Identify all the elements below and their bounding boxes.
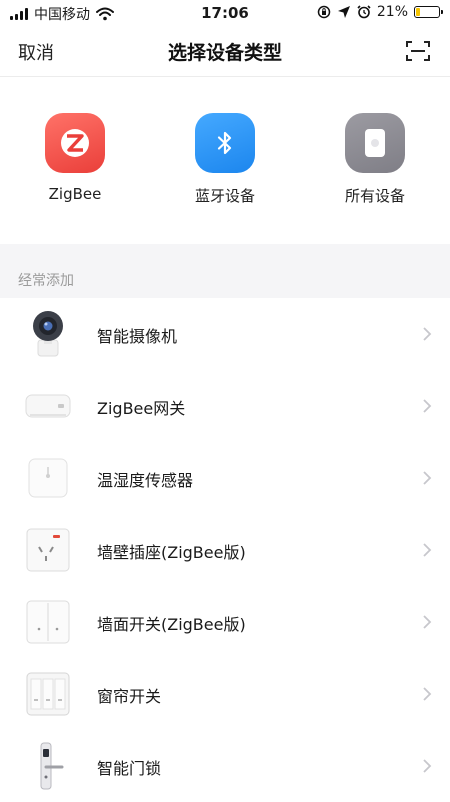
status-right: 21%	[317, 4, 443, 20]
list-item-label: ZigBee网关	[97, 399, 186, 418]
chevron-right-icon	[423, 399, 432, 413]
status-bar: 中国移动 17:06 21%	[0, 0, 450, 26]
navigation-bar: 取消 选择设备类型	[0, 26, 450, 77]
chevron-right-icon	[423, 327, 432, 341]
list-item-label: 温湿度传感器	[97, 471, 194, 490]
list-item-label: 墙壁插座(ZigBee版)	[97, 543, 246, 562]
socket-icon	[24, 526, 72, 574]
camera-icon	[24, 310, 72, 358]
chevron-right-icon	[423, 759, 432, 773]
device-type-selector: ZigBee 蓝牙设备 所有设备	[0, 77, 450, 244]
list-item-label: 智能门锁	[97, 759, 162, 778]
alarm-icon	[357, 5, 371, 19]
battery-level	[416, 8, 420, 16]
list-item-label: 墙面开关(ZigBee版)	[97, 615, 246, 634]
scan-icon[interactable]	[406, 40, 430, 62]
list-item-smart-door-lock[interactable]: 智能门锁	[0, 730, 450, 802]
device-type-zigbee[interactable]: ZigBee	[0, 77, 150, 244]
zigbee-icon	[45, 113, 105, 173]
screen-rotation-lock-icon	[317, 5, 331, 19]
section-title: 经常添加	[18, 273, 74, 289]
device-type-all[interactable]: 所有设备	[300, 77, 450, 244]
page-title: 选择设备类型	[167, 42, 282, 64]
list-item-wall-switch[interactable]: 墙面开关(ZigBee版)	[0, 586, 450, 658]
list-item-wall-socket[interactable]: 墙壁插座(ZigBee版)	[0, 514, 450, 586]
location-icon	[337, 6, 350, 18]
curtain-switch-icon	[24, 670, 72, 718]
list-item-curtain-switch[interactable]: 窗帘开关	[0, 658, 450, 730]
sensor-icon	[24, 454, 72, 502]
battery-icon	[414, 6, 443, 18]
list-item-zigbee-gateway[interactable]: ZigBee网关	[0, 370, 450, 442]
list-item-label: 智能摄像机	[97, 327, 178, 346]
device-type-bluetooth[interactable]: 蓝牙设备	[150, 77, 300, 244]
chevron-right-icon	[423, 615, 432, 629]
device-type-label: 所有设备	[344, 187, 405, 205]
door-lock-icon	[24, 742, 72, 790]
bluetooth-icon	[195, 113, 255, 173]
battery-percent: 21%	[376, 4, 408, 20]
list-item-label: 窗帘开关	[97, 687, 162, 706]
gateway-icon	[24, 382, 72, 430]
chevron-right-icon	[423, 543, 432, 557]
all-devices-icon	[345, 113, 405, 173]
chevron-right-icon	[423, 471, 432, 485]
list-item-smart-camera[interactable]: 智能摄像机	[0, 298, 450, 370]
device-type-label: ZigBee	[48, 185, 102, 203]
device-list: 智能摄像机 ZigBee网关 温湿度传感器 墙壁插座(ZigBee版) 墙面开关…	[0, 298, 450, 802]
switch-icon	[24, 598, 72, 646]
section-header: 经常添加	[0, 244, 450, 298]
chevron-right-icon	[423, 687, 432, 701]
device-type-label: 蓝牙设备	[194, 187, 255, 205]
list-item-temperature-humidity-sensor[interactable]: 温湿度传感器	[0, 442, 450, 514]
